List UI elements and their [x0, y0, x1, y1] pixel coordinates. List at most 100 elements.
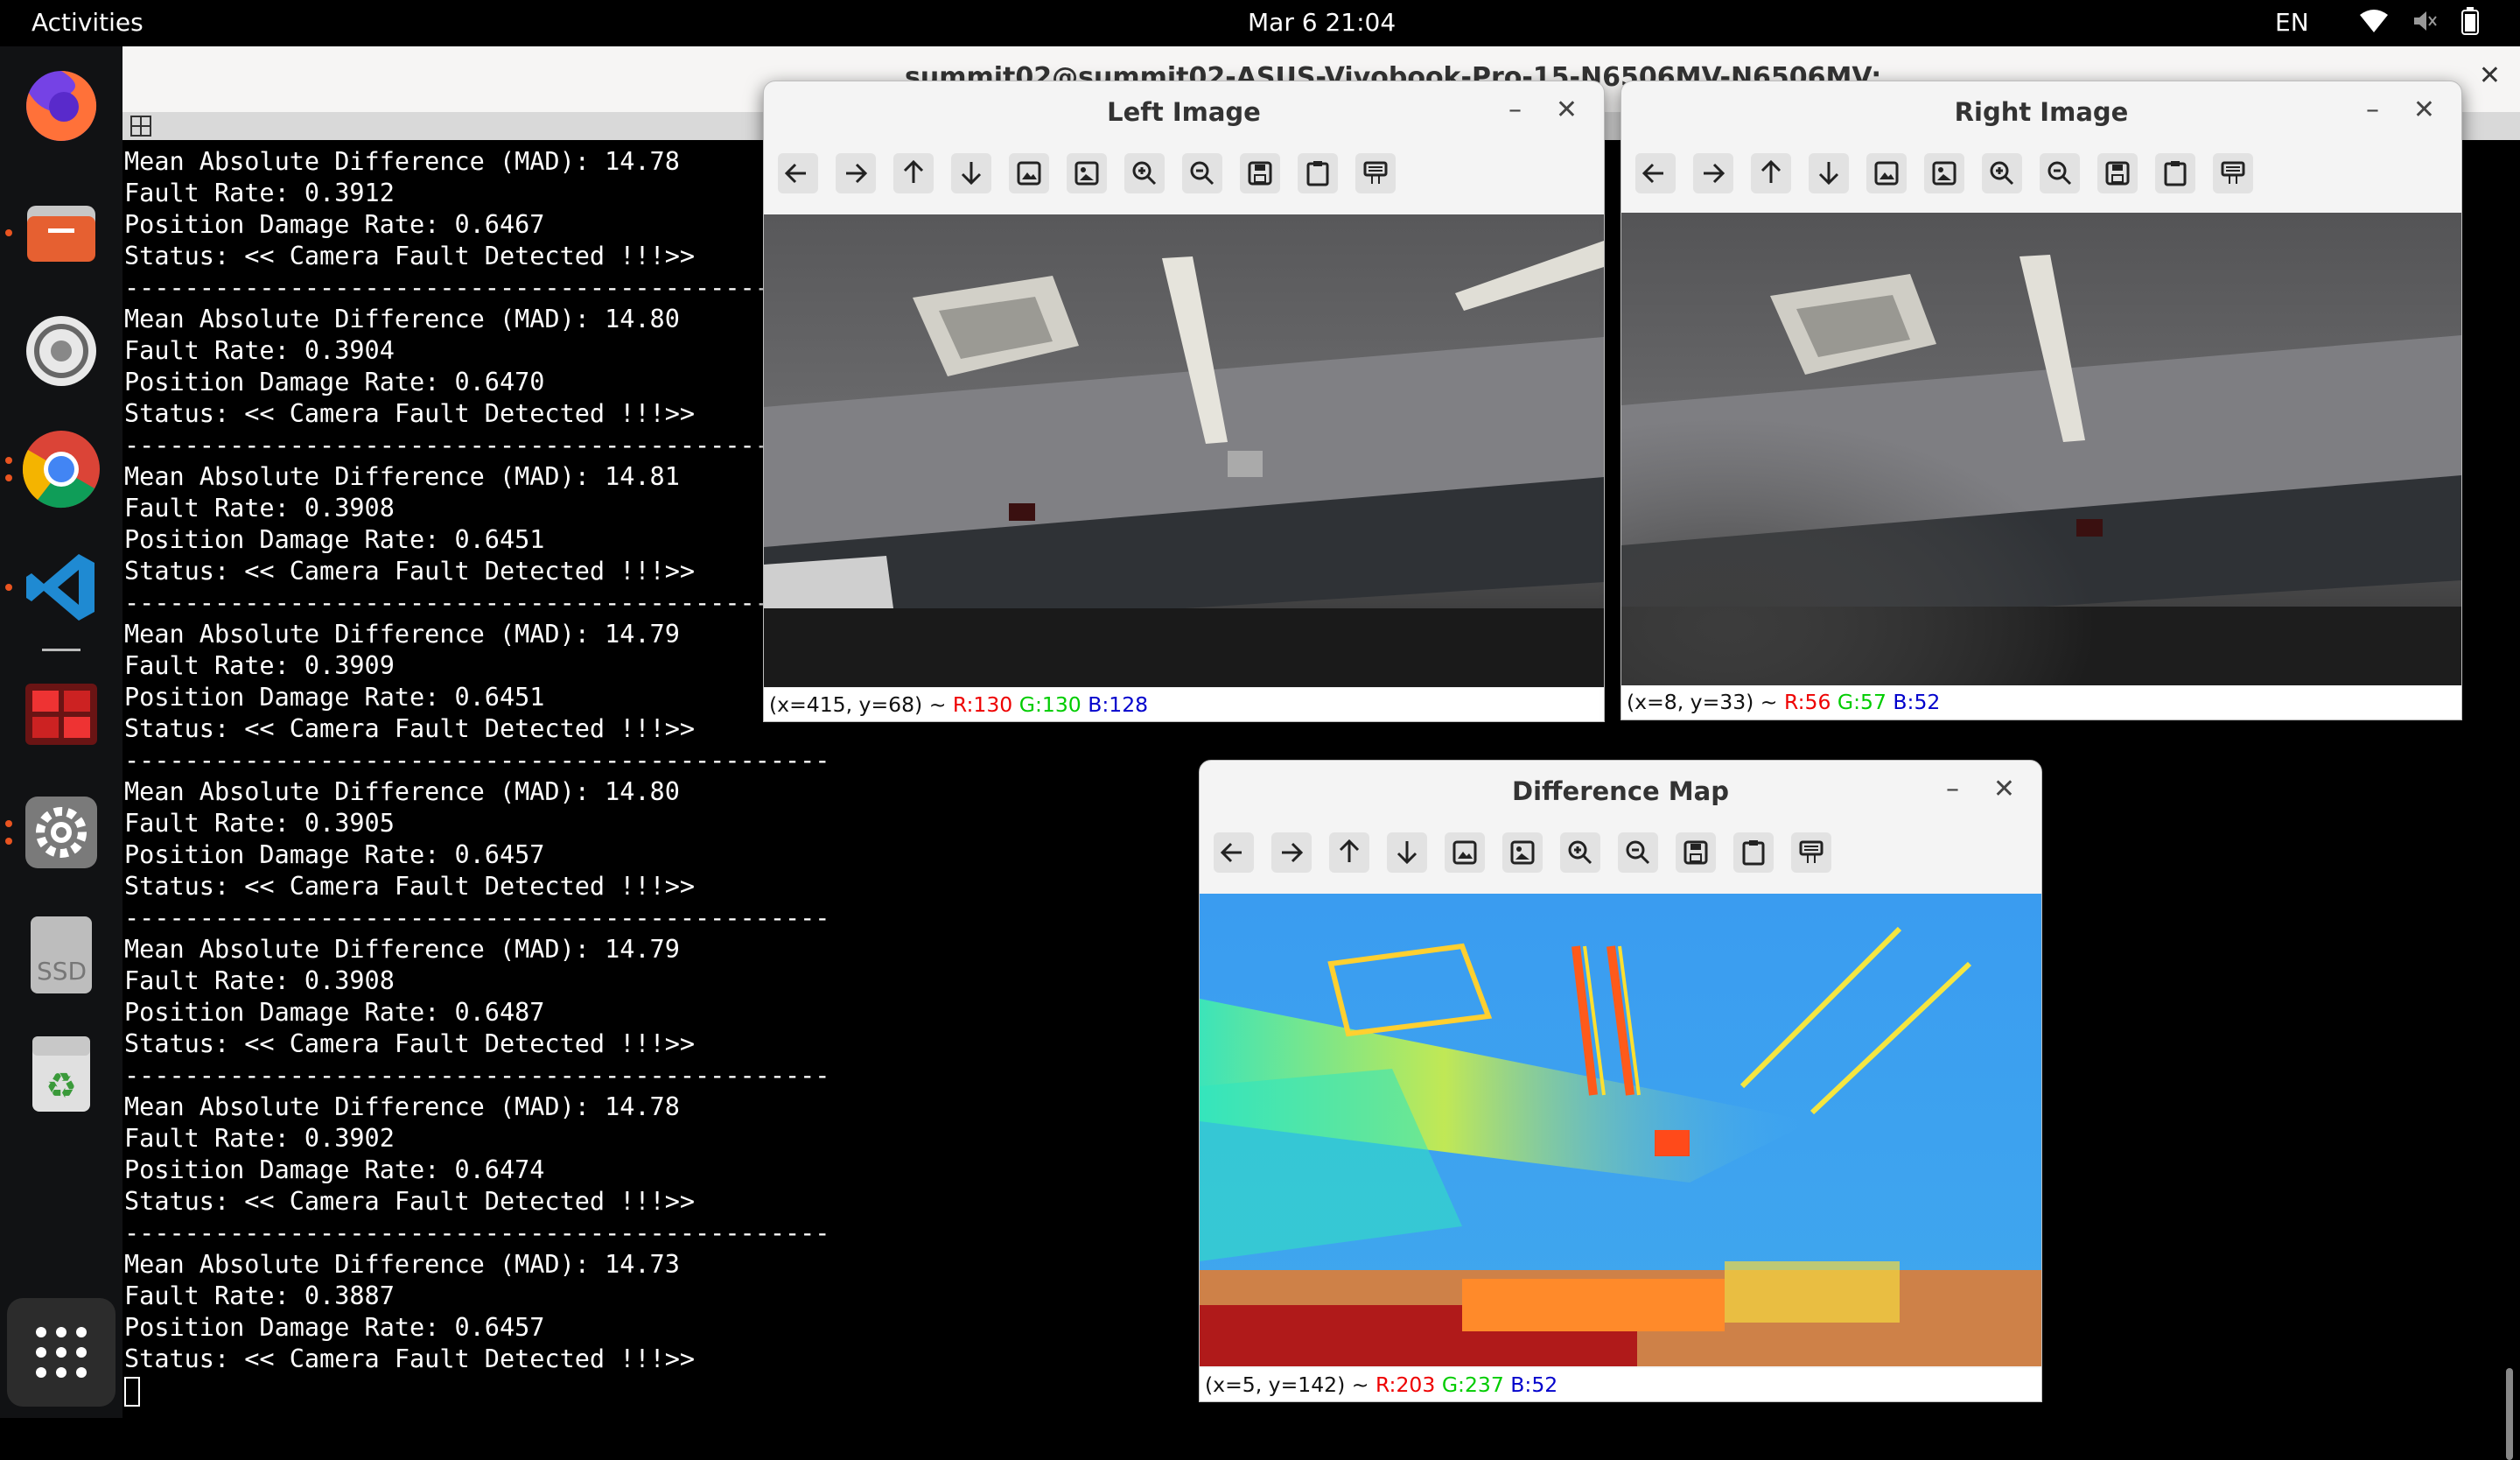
blue-value: B:52 [1510, 1372, 1558, 1397]
pan-right-button[interactable] [834, 151, 878, 195]
pan-left-button[interactable] [1212, 831, 1256, 874]
coord-readout: (x=415, y=68) ~ [769, 692, 947, 717]
zoom-in-button[interactable] [1980, 151, 2024, 195]
files-folder-icon [27, 206, 95, 262]
properties-button[interactable] [1354, 151, 1397, 195]
split-layout-icon[interactable] [130, 115, 152, 137]
copy-clipboard-button[interactable] [2153, 151, 2197, 195]
zoom-out-button[interactable] [1616, 831, 1660, 874]
zoom-in-icon [1560, 832, 1600, 873]
difference-map-toolbar [1212, 831, 1833, 874]
pan-up-button[interactable] [892, 151, 935, 195]
save-button[interactable] [2096, 151, 2139, 195]
pan-left-icon [1214, 832, 1254, 873]
left-image-window[interactable]: Left Image – ✕ (x=415, y=68) ~ R:130 G:1… [763, 81, 1605, 722]
close-button[interactable]: ✕ [2413, 95, 2435, 125]
pan-down-icon [1809, 153, 1849, 193]
red-value: R:56 [1783, 690, 1831, 714]
left-camera-image[interactable] [764, 214, 1604, 687]
properties-button[interactable] [2211, 151, 2255, 195]
zoom-fit-button[interactable] [1007, 151, 1051, 195]
keyboard-language[interactable]: EN [2275, 8, 2309, 37]
save-button[interactable] [1674, 831, 1718, 874]
copy-clipboard-button[interactable] [1732, 831, 1775, 874]
right-status-bar: (x=8, y=33) ~ R:56 G:57 B:52 [1621, 685, 2461, 719]
settings-launcher[interactable] [5, 790, 103, 874]
ssd-drive-launcher[interactable]: SSD [19, 913, 103, 997]
minimize-button[interactable]: – [2366, 95, 2379, 125]
zoom-in-icon [1124, 153, 1165, 193]
pan-left-button[interactable] [1634, 151, 1677, 195]
dock-separator [42, 649, 80, 651]
pan-down-button[interactable] [1807, 151, 1851, 195]
pan-down-icon [1387, 832, 1427, 873]
red-value: R:203 [1375, 1372, 1436, 1397]
minimize-button[interactable]: – [1508, 95, 1522, 125]
zoom-original-icon [1502, 832, 1543, 873]
difference-map-window[interactable]: Difference Map – ✕ (x=5, y=142) ~ R:203 … [1199, 760, 2042, 1402]
blue-value: B:128 [1088, 692, 1149, 717]
trash-launcher[interactable]: ♻ [19, 1031, 103, 1115]
pan-down-button[interactable] [1385, 831, 1429, 874]
clock[interactable]: Mar 6 21:04 [1248, 8, 1396, 37]
pan-up-icon [1751, 153, 1791, 193]
volume-muted-icon [2414, 11, 2437, 31]
zoom-out-button[interactable] [2038, 151, 2082, 195]
zoom-fit-button[interactable] [1865, 151, 1908, 195]
zoom-fit-icon [1866, 153, 1907, 193]
pan-right-icon [1271, 832, 1312, 873]
chrome-launcher[interactable] [5, 427, 103, 511]
green-value: G:237 [1441, 1372, 1504, 1397]
pan-up-icon [893, 153, 934, 193]
files-launcher[interactable] [5, 191, 103, 275]
system-launcher[interactable] [19, 309, 103, 393]
zoom-fit-button[interactable] [1443, 831, 1487, 874]
vscode-launcher[interactable] [5, 545, 103, 651]
terminal-scrollbar[interactable] [2506, 1368, 2513, 1460]
red-value: R:130 [952, 692, 1013, 717]
battery-icon [2461, 7, 2479, 35]
zoom-in-button[interactable] [1558, 831, 1602, 874]
zoom-in-icon [1982, 153, 2022, 193]
properties-button[interactable] [1789, 831, 1833, 874]
pan-right-icon [1693, 153, 1733, 193]
pan-right-button[interactable] [1691, 151, 1735, 195]
pan-right-button[interactable] [1270, 831, 1313, 874]
show-apps-button[interactable] [7, 1298, 116, 1407]
save-button[interactable] [1238, 151, 1282, 195]
terminal-close-button[interactable]: ✕ [2479, 60, 2501, 91]
pan-left-button[interactable] [776, 151, 820, 195]
dashboard-app-launcher[interactable] [19, 672, 103, 756]
zoom-original-icon [1924, 153, 1964, 193]
zoom-original-button[interactable] [1065, 151, 1109, 195]
green-value: G:57 [1837, 690, 1886, 714]
activities-button[interactable]: Activities [32, 8, 144, 37]
copy-clipboard-icon [2155, 153, 2195, 193]
properties-icon [1791, 832, 1831, 873]
gear-wheel-icon [26, 316, 96, 386]
pan-up-button[interactable] [1327, 831, 1371, 874]
system-tray[interactable] [2359, 7, 2480, 35]
zoom-out-button[interactable] [1180, 151, 1224, 195]
zoom-out-icon [1618, 832, 1658, 873]
minimize-button[interactable]: – [1946, 774, 1959, 804]
settings-icon [25, 797, 97, 868]
difference-map-image[interactable] [1200, 894, 2041, 1366]
right-camera-image[interactable] [1621, 213, 2461, 685]
zoom-out-icon [2040, 153, 2080, 193]
close-button[interactable]: ✕ [1556, 95, 1578, 125]
firefox-launcher[interactable] [19, 64, 103, 148]
pan-down-button[interactable] [949, 151, 993, 195]
ssd-label: SSD [37, 957, 88, 986]
zoom-in-button[interactable] [1123, 151, 1166, 195]
zoom-original-button[interactable] [1501, 831, 1544, 874]
zoom-original-button[interactable] [1922, 151, 1966, 195]
vscode-icon [26, 554, 94, 621]
save-icon [2097, 153, 2138, 193]
copy-clipboard-button[interactable] [1296, 151, 1340, 195]
right-image-window[interactable]: Right Image – ✕ (x=8, y=33) ~ R:56 G:57 … [1620, 81, 2462, 720]
pan-up-icon [1329, 832, 1369, 873]
pan-up-button[interactable] [1749, 151, 1793, 195]
close-button[interactable]: ✕ [1993, 774, 2015, 804]
pan-down-icon [951, 153, 991, 193]
